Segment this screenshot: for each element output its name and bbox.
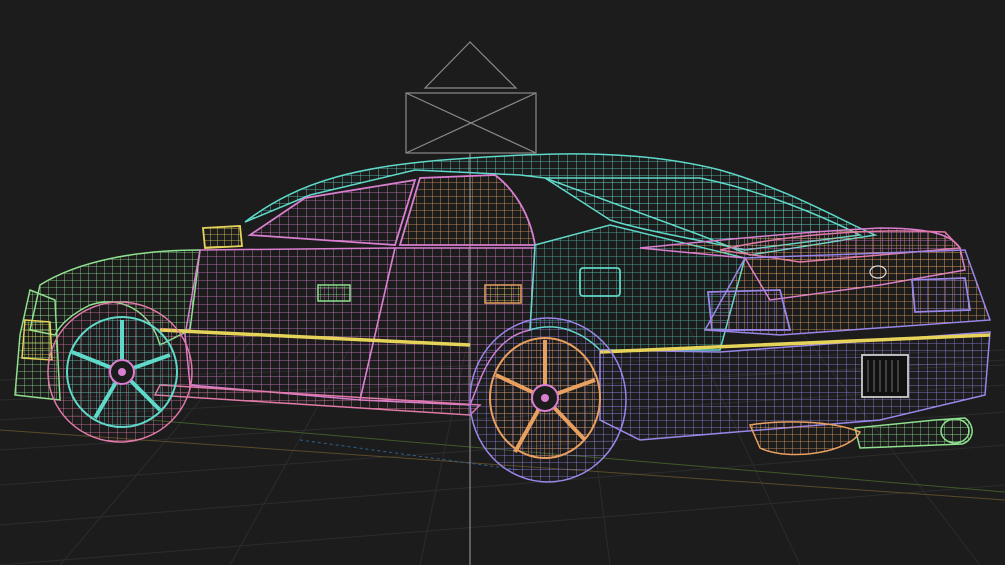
rear-wheel-far <box>748 421 862 456</box>
rear-wheel[interactable] <box>469 317 627 483</box>
front-headlight <box>21 319 53 361</box>
license-plate <box>861 354 909 398</box>
front-door <box>184 247 396 401</box>
3d-viewport[interactable] <box>0 0 1005 565</box>
taillight-left <box>707 289 792 331</box>
rear-door-window <box>398 174 537 246</box>
viewport-canvas <box>0 41 1005 565</box>
side-mirror <box>202 225 243 249</box>
door-handle-rear <box>484 284 522 304</box>
taillight-right <box>911 277 972 313</box>
front-wheel[interactable] <box>47 301 193 443</box>
door-handle-front <box>317 284 351 302</box>
fuel-door <box>579 267 621 297</box>
